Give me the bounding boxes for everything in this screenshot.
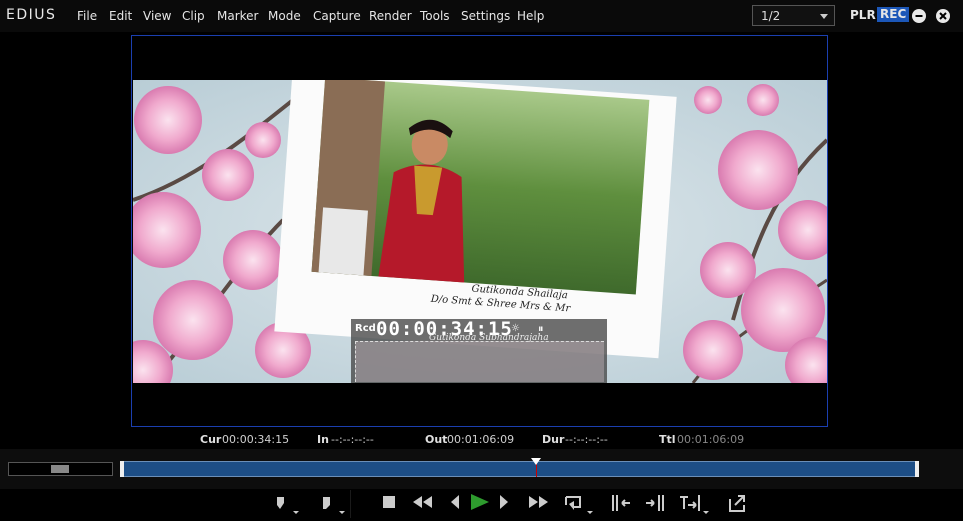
jump-in-button[interactable]	[610, 491, 634, 517]
safe-area-box	[355, 341, 604, 382]
menu-marker[interactable]: Marker	[217, 9, 258, 23]
play-button[interactable]	[468, 491, 492, 517]
video-frame: Gutikonda Shailaja D/o Smt & Shree Mrs &…	[133, 80, 827, 383]
minimize-button[interactable]	[912, 9, 926, 23]
loop-button[interactable]	[562, 491, 598, 517]
view-scale-value: 1/2	[761, 9, 781, 23]
jump-out-icon	[646, 495, 664, 511]
cur-label: Cur	[200, 433, 222, 446]
rec-mode-button[interactable]: REC	[877, 7, 910, 22]
menu-edit[interactable]: Edit	[109, 9, 132, 23]
rcd-label: Rcd	[355, 323, 376, 334]
menu-render[interactable]: Render	[369, 9, 412, 23]
jump-end-icon	[680, 495, 709, 514]
ttl-label: Ttl	[659, 433, 676, 446]
menu-clip[interactable]: Clip	[182, 9, 205, 23]
track-end-handle[interactable]	[915, 461, 919, 477]
playhead-line	[535, 463, 537, 477]
cur-value: 00:00:34:15	[222, 433, 290, 446]
menu-tools[interactable]: Tools	[420, 9, 450, 23]
step-back-button[interactable]	[448, 491, 464, 517]
step-back-icon	[451, 495, 459, 509]
menu-capture[interactable]: Capture	[313, 9, 361, 23]
stop-button[interactable]	[380, 491, 400, 517]
menu-view[interactable]: View	[143, 9, 171, 23]
fast-forward-icon	[529, 496, 548, 508]
dur-value: --:--:--:--	[565, 433, 608, 446]
out-label: Out	[425, 433, 448, 446]
ttl-value: 00:01:06:09	[677, 433, 745, 446]
view-scale-select[interactable]: 1/2	[752, 5, 835, 26]
zoom-scrollbar[interactable]	[8, 462, 113, 476]
in-value: --:--:--:--	[331, 433, 374, 446]
menu-mode[interactable]: Mode	[268, 9, 301, 23]
set-out-icon	[323, 497, 345, 514]
set-in-button[interactable]	[272, 491, 302, 517]
position-track[interactable]	[122, 461, 918, 477]
close-icon	[939, 12, 947, 20]
in-label: In	[317, 433, 329, 446]
export-icon	[729, 495, 745, 512]
set-out-button[interactable]	[318, 491, 348, 517]
track-start-handle[interactable]	[120, 461, 124, 477]
loop-icon	[565, 496, 593, 514]
separator	[350, 490, 351, 518]
menu-bar: EDIUS File Edit View Clip Marker Mode Ca…	[0, 0, 963, 32]
menu-settings[interactable]: Settings	[461, 9, 510, 23]
playhead-marker[interactable]	[530, 458, 541, 465]
menu-file[interactable]: File	[77, 9, 97, 23]
app-logo: EDIUS	[6, 7, 57, 23]
jump-end-button[interactable]	[678, 491, 714, 517]
jump-in-icon	[612, 495, 630, 511]
out-value: 00:01:06:09	[447, 433, 515, 446]
menu-help[interactable]: Help	[517, 9, 544, 23]
minimize-icon	[915, 15, 923, 17]
step-forward-icon	[500, 495, 508, 509]
play-icon	[471, 494, 489, 510]
step-forward-button[interactable]	[496, 491, 512, 517]
export-button[interactable]	[726, 491, 750, 517]
set-in-icon	[277, 497, 299, 514]
rewind-icon	[413, 496, 432, 508]
dur-label: Dur	[542, 433, 565, 446]
rewind-button[interactable]	[410, 491, 436, 517]
close-button[interactable]	[936, 9, 950, 23]
jump-out-button[interactable]	[644, 491, 668, 517]
zoom-scrollbar-thumb[interactable]	[51, 465, 69, 473]
plr-mode-button[interactable]: PLR	[850, 8, 876, 22]
chevron-down-icon	[820, 14, 828, 19]
fast-forward-button[interactable]	[526, 491, 552, 517]
record-overlay: Rcd 00:00:34:15 ☼ ⏸ Gutikonda Subhandraj…	[351, 318, 607, 383]
stop-icon	[383, 496, 395, 508]
